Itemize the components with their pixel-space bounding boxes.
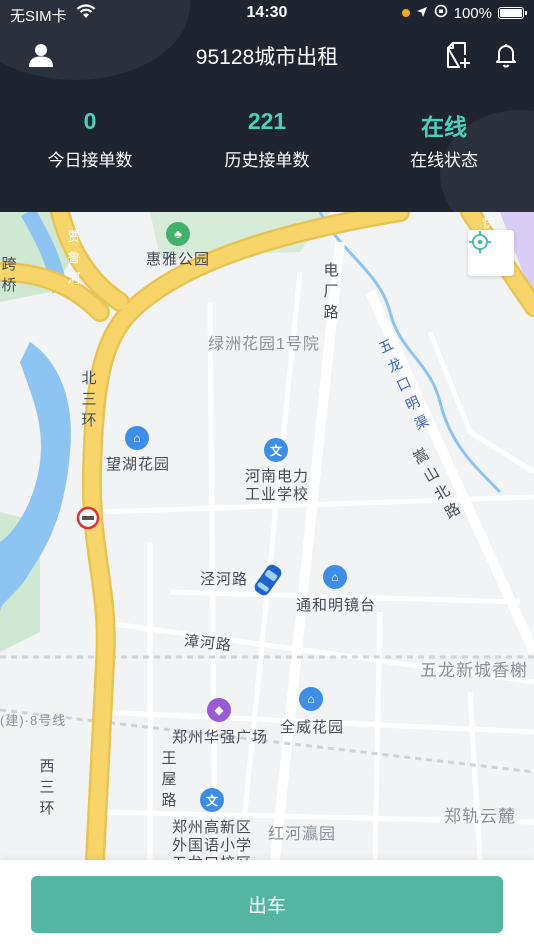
stat-value: 在线: [421, 114, 467, 140]
header: 无SIM卡 14:30 100% 95128城市出租 0 今日接单数 221 历…: [0, 0, 534, 212]
park-pin-icon[interactable]: ♣: [166, 222, 190, 246]
map-label-xisanhuan: 西三环: [39, 758, 55, 817]
shopping-pin-icon[interactable]: ◆: [207, 698, 231, 722]
map-label-henan-school2: 工业学校: [245, 486, 310, 503]
bottom-panel: 出车: [0, 860, 534, 950]
map-view[interactable]: 贾鲁河 跨桥 快 ♣ 惠雅公园 电厂路 绿洲花园1号院 五龙口明渠 北三环 ⌂ …: [0, 212, 534, 860]
bell-icon[interactable]: [491, 40, 521, 70]
map-label-wulong: 五龙新城香榭: [420, 661, 528, 680]
map-label-tonghe: 通和明镜台: [296, 597, 377, 614]
stat-label: 在线状态: [410, 151, 478, 170]
map-label-huaqiang: 郑州华强广场: [172, 729, 269, 746]
map-label-quanwei: 全威花园: [280, 719, 345, 736]
map-label-beisanhuan: 北三环: [81, 370, 97, 429]
map-label-zhenggui: 郑轨云麓: [444, 807, 516, 826]
map-label-gaoxin3: 五龙口校区: [172, 852, 252, 860]
stat-value: 221: [247, 108, 287, 134]
residence-pin-icon[interactable]: ⌂: [125, 426, 149, 450]
battery-percent: 100%: [453, 4, 492, 22]
map-label-park: 惠雅公园: [146, 251, 211, 268]
map-label-dianchang: 电厂路: [323, 262, 339, 321]
depart-button[interactable]: 出车: [31, 876, 503, 933]
map-label-line8: (建)·8号线: [0, 713, 67, 728]
map-label-lvzhou: 绿洲花园1号院: [208, 336, 320, 353]
residence-pin-icon[interactable]: ⌂: [323, 565, 347, 589]
location-arrow-icon: [416, 5, 428, 22]
stats-panel: 0 今日接单数 221 历史接单数 在线 在线状态: [0, 108, 534, 188]
map-label-jinghe: 泾河路: [200, 571, 249, 588]
battery-icon: [498, 7, 527, 19]
stat-label: 今日接单数: [47, 151, 133, 170]
map-label-wangwu: 王屋路: [161, 750, 177, 809]
map-canvas: [0, 212, 534, 860]
map-label-kuaqiao: 跨桥: [1, 256, 17, 294]
stat-history-orders: 221 历史接单数: [177, 108, 357, 171]
top-bar: 95128城市出租: [0, 30, 534, 80]
stat-value: 0: [83, 108, 97, 134]
map-label-hongheying: 红河瀛园: [268, 826, 337, 843]
add-document-icon[interactable]: [444, 40, 474, 70]
stat-online-status[interactable]: 在线 在线状态: [354, 108, 534, 171]
school-pin-icon[interactable]: 文: [264, 438, 288, 462]
status-bar: 无SIM卡 14:30 100%: [0, 0, 534, 28]
residence-pin-icon[interactable]: ⌂: [299, 687, 323, 711]
stat-label: 历史接单数: [224, 151, 310, 170]
rotation-lock-icon: [434, 4, 448, 22]
recording-dot-icon: [401, 9, 410, 17]
stat-today-orders: 0 今日接单数: [0, 108, 180, 171]
locate-button[interactable]: [468, 230, 514, 276]
map-label-jialu: 贾鲁河: [67, 229, 81, 286]
map-label-wanghu: 望湖花园: [106, 456, 171, 473]
school-pin-icon[interactable]: 文: [200, 788, 224, 812]
